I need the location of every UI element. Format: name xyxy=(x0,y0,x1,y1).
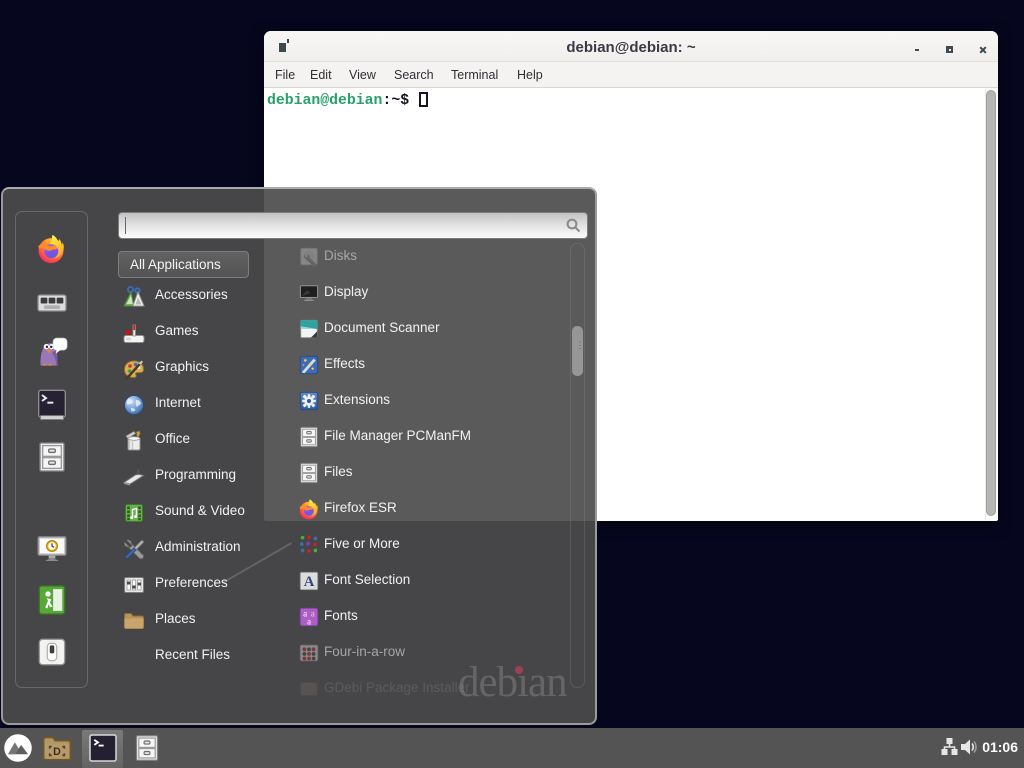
svg-text:D: D xyxy=(53,746,61,758)
svg-text:A: A xyxy=(304,574,315,590)
svg-text:a: a xyxy=(307,616,311,626)
svg-text:a: a xyxy=(311,609,315,619)
